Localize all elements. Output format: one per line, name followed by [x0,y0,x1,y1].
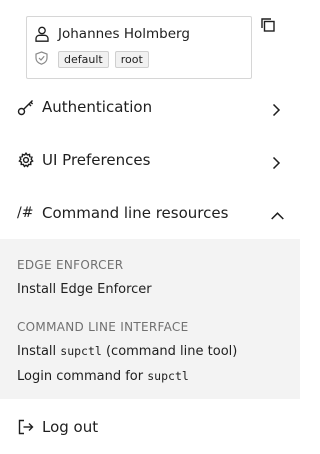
chevron-right-icon [270,101,282,116]
tag-root: root [114,51,149,68]
install-supctl-link[interactable]: Install supctl (command line tool) [17,344,237,359]
menu-item-authentication[interactable]: Authentication [0,80,300,133]
user-card: Johannes Holmberg default root [26,16,252,79]
user-name: Johannes Holmberg [58,26,190,42]
login-command-tool: supctl [147,369,189,383]
terminal-icon: /# [17,204,34,221]
install-supctl-suffix: (command line tool) [105,344,238,359]
menu-item-log-out[interactable]: Log out [0,400,300,453]
menu-label-command-line-resources: Command line resources [42,203,229,222]
install-supctl-prefix: Install [17,344,57,359]
menu-label-authentication: Authentication [42,97,153,116]
user-icon [35,26,49,42]
install-edge-enforcer-link[interactable]: Install Edge Enforcer [17,282,152,297]
gear-icon [17,151,35,169]
menu-item-command-line-resources[interactable]: /# Command line resources [0,186,300,239]
chevron-up-icon [271,207,284,220]
tag-default: default [58,51,109,68]
section-title-cli: COMMAND LINE INTERFACE [17,320,189,334]
menu-item-ui-preferences[interactable]: UI Preferences [0,133,300,186]
user-row: Johannes Holmberg [35,26,190,42]
menu-label-log-out: Log out [42,417,99,436]
chevron-right-icon [270,154,282,169]
menu-label-ui-preferences: UI Preferences [42,150,151,169]
login-command-prefix: Login command for [17,369,144,384]
key-icon [17,98,35,116]
shield-icon [35,50,48,69]
role-tags: default root [35,50,155,69]
copy-icon[interactable] [260,17,276,33]
logout-icon [17,418,35,436]
install-supctl-tool: supctl [60,344,102,358]
login-command-link[interactable]: Login command for supctl [17,369,189,384]
section-title-edge-enforcer: EDGE ENFORCER [17,258,124,272]
command-line-submenu: EDGE ENFORCER Install Edge Enforcer COMM… [0,239,300,399]
